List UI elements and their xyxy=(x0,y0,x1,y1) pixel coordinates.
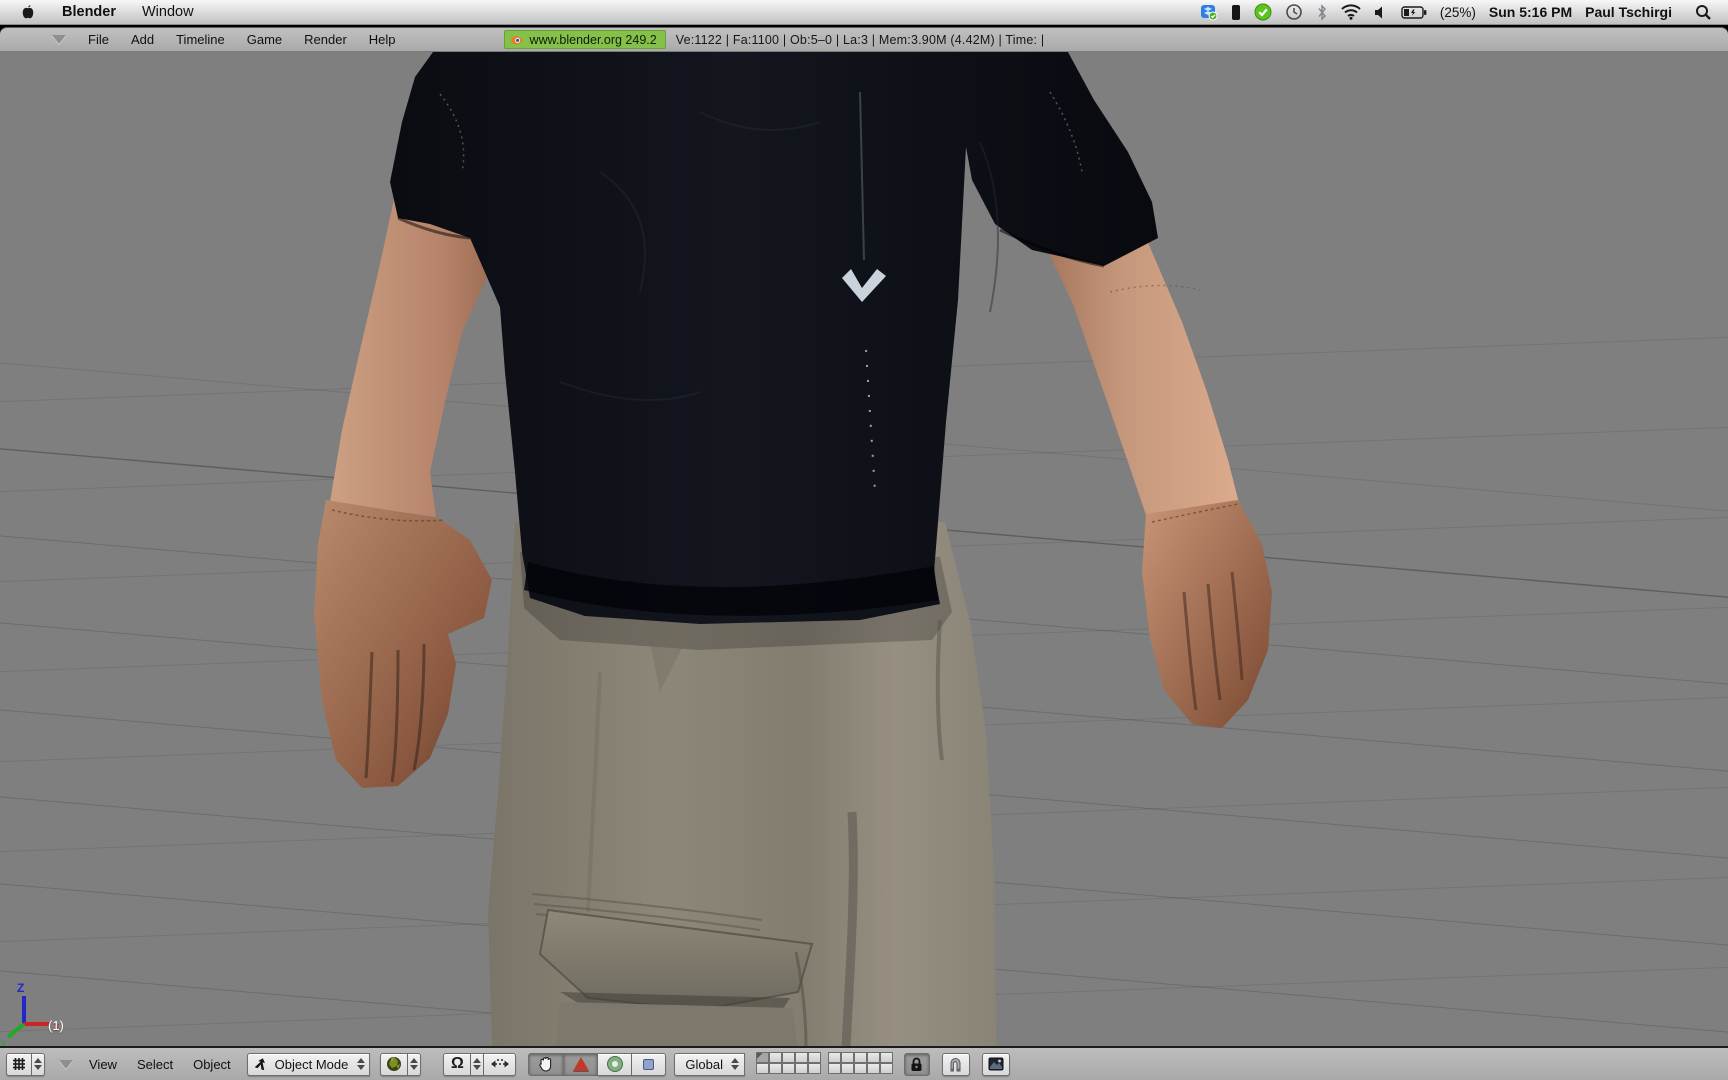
volume-icon[interactable] xyxy=(1374,5,1388,20)
layer-button[interactable] xyxy=(768,1052,782,1063)
menubar-item-window[interactable]: Window xyxy=(142,4,194,20)
scale-manipulator-button[interactable] xyxy=(632,1052,667,1076)
layer-button[interactable] xyxy=(794,1063,808,1074)
rotate-manipulator-button[interactable] xyxy=(598,1052,633,1076)
layer-button[interactable] xyxy=(781,1063,795,1074)
lock-icon xyxy=(910,1057,923,1072)
magnet-icon xyxy=(948,1057,963,1072)
mode-stepper xyxy=(354,1054,367,1075)
layer-button[interactable] xyxy=(866,1063,880,1074)
layer-button[interactable] xyxy=(879,1052,893,1063)
time-machine-icon[interactable] xyxy=(1285,3,1303,21)
editor-type-stepper[interactable] xyxy=(32,1052,45,1076)
orientation-stepper xyxy=(729,1054,742,1075)
green-check-icon[interactable] xyxy=(1254,3,1272,21)
pivot-dropdown[interactable]: Ω xyxy=(443,1052,472,1076)
dropbox-icon[interactable] xyxy=(1200,3,1218,21)
device-icon[interactable] xyxy=(1231,4,1241,21)
layer-button[interactable] xyxy=(755,1063,769,1074)
grid-editor-icon xyxy=(12,1057,26,1071)
menu-view[interactable]: View xyxy=(89,1057,117,1072)
menu-add[interactable]: Add xyxy=(131,32,154,47)
info-header: File Add Timeline Game Render Help www.b… xyxy=(0,27,1728,52)
menu-render[interactable]: Render xyxy=(304,32,347,47)
layer-button[interactable] xyxy=(827,1052,841,1063)
character-model[interactable] xyxy=(314,52,1272,1046)
svg-text:y: y xyxy=(1,1038,6,1046)
spotlight-icon[interactable] xyxy=(1695,4,1712,21)
layer-block-1 xyxy=(755,1052,822,1075)
layer-button[interactable] xyxy=(866,1052,880,1063)
layer-button[interactable] xyxy=(807,1063,821,1074)
layer-button[interactable] xyxy=(781,1052,795,1063)
layer-button[interactable] xyxy=(794,1052,808,1063)
layer-button[interactable] xyxy=(879,1063,893,1074)
mode-dropdown[interactable]: Object Mode xyxy=(246,1052,371,1076)
macos-menubar: Blender Window (25%) Sun 5:16 PM Paul Ts… xyxy=(0,0,1728,25)
battery-percent: (25%) xyxy=(1439,4,1476,20)
object-mode-icon xyxy=(254,1057,269,1071)
wifi-icon[interactable] xyxy=(1341,4,1361,20)
right-hand xyxy=(1142,500,1272,728)
scene-stats: Ve:1122 | Fa:1100 | Ob:5–0 | La:3 | Mem:… xyxy=(675,32,1045,47)
render-preview-icon xyxy=(988,1057,1004,1071)
rotate-icon xyxy=(607,1057,622,1071)
manipulator-toggle-button[interactable] xyxy=(528,1052,565,1076)
menu-game[interactable]: Game xyxy=(247,32,282,47)
layer-button[interactable] xyxy=(840,1063,854,1074)
orientation-dropdown[interactable]: Global xyxy=(674,1052,745,1076)
render-preview-button[interactable] xyxy=(981,1052,1010,1076)
menubar-clock[interactable]: Sun 5:16 PM xyxy=(1489,4,1572,20)
viewport-3d[interactable]: Z x y (1) xyxy=(0,52,1728,1046)
move-centers-button[interactable] xyxy=(484,1052,517,1076)
svg-text:Z: Z xyxy=(17,981,24,995)
header-collapse-icon[interactable] xyxy=(52,35,66,44)
draw-type-dropdown[interactable] xyxy=(380,1052,409,1076)
translate-manipulator-button[interactable] xyxy=(564,1052,599,1076)
battery-icon[interactable] xyxy=(1401,5,1427,19)
layer-button[interactable] xyxy=(853,1063,867,1074)
menubar-user[interactable]: Paul Tschirgi xyxy=(1585,4,1672,20)
viewport-header: View Select Object Object Mode Ω Global xyxy=(0,1046,1728,1080)
badge-label: www.blender.org 249.2 xyxy=(529,32,657,47)
layer-button[interactable] xyxy=(853,1052,867,1063)
scale-icon xyxy=(643,1058,655,1070)
active-object-label: (1) xyxy=(48,1018,64,1033)
active-app-name[interactable]: Blender xyxy=(62,4,116,20)
snap-button[interactable] xyxy=(941,1052,970,1076)
blender-version-badge[interactable]: www.blender.org 249.2 xyxy=(503,30,666,49)
layer-button[interactable] xyxy=(807,1052,821,1063)
layer-button[interactable] xyxy=(840,1052,854,1063)
apple-menu-icon[interactable] xyxy=(20,3,36,21)
layer-block-2 xyxy=(827,1052,894,1075)
blender-logo-icon xyxy=(510,34,525,46)
toolbar-collapse-icon[interactable] xyxy=(59,1059,73,1069)
mode-label: Object Mode xyxy=(274,1056,349,1072)
hand-icon xyxy=(537,1055,555,1073)
pivot-stepper[interactable] xyxy=(471,1052,485,1076)
draw-type-stepper[interactable] xyxy=(408,1052,422,1076)
cargo-pocket-body xyxy=(556,1002,798,1046)
shaded-sphere-icon xyxy=(386,1056,402,1072)
move-centers-icon xyxy=(490,1058,510,1070)
menu-file[interactable]: File xyxy=(88,32,109,47)
lock-layers-button[interactable] xyxy=(903,1052,930,1076)
layer-button[interactable] xyxy=(768,1063,782,1074)
blender-window: File Add Timeline Game Render Help www.b… xyxy=(0,25,1728,1080)
menu-help[interactable]: Help xyxy=(369,32,396,47)
menu-object[interactable]: Object xyxy=(193,1057,231,1072)
menu-select[interactable]: Select xyxy=(137,1057,173,1072)
menu-timeline[interactable]: Timeline xyxy=(176,32,225,47)
axis-gizmo-icon: Z x y xyxy=(1,981,60,1046)
translate-icon xyxy=(572,1057,589,1071)
editor-type-button[interactable] xyxy=(6,1052,32,1076)
pivot-icon: Ω xyxy=(450,1055,464,1072)
layer-button[interactable] xyxy=(827,1063,841,1074)
layer-button-1[interactable] xyxy=(755,1052,769,1063)
orientation-label: Global xyxy=(685,1056,723,1072)
bluetooth-icon[interactable] xyxy=(1316,3,1328,21)
